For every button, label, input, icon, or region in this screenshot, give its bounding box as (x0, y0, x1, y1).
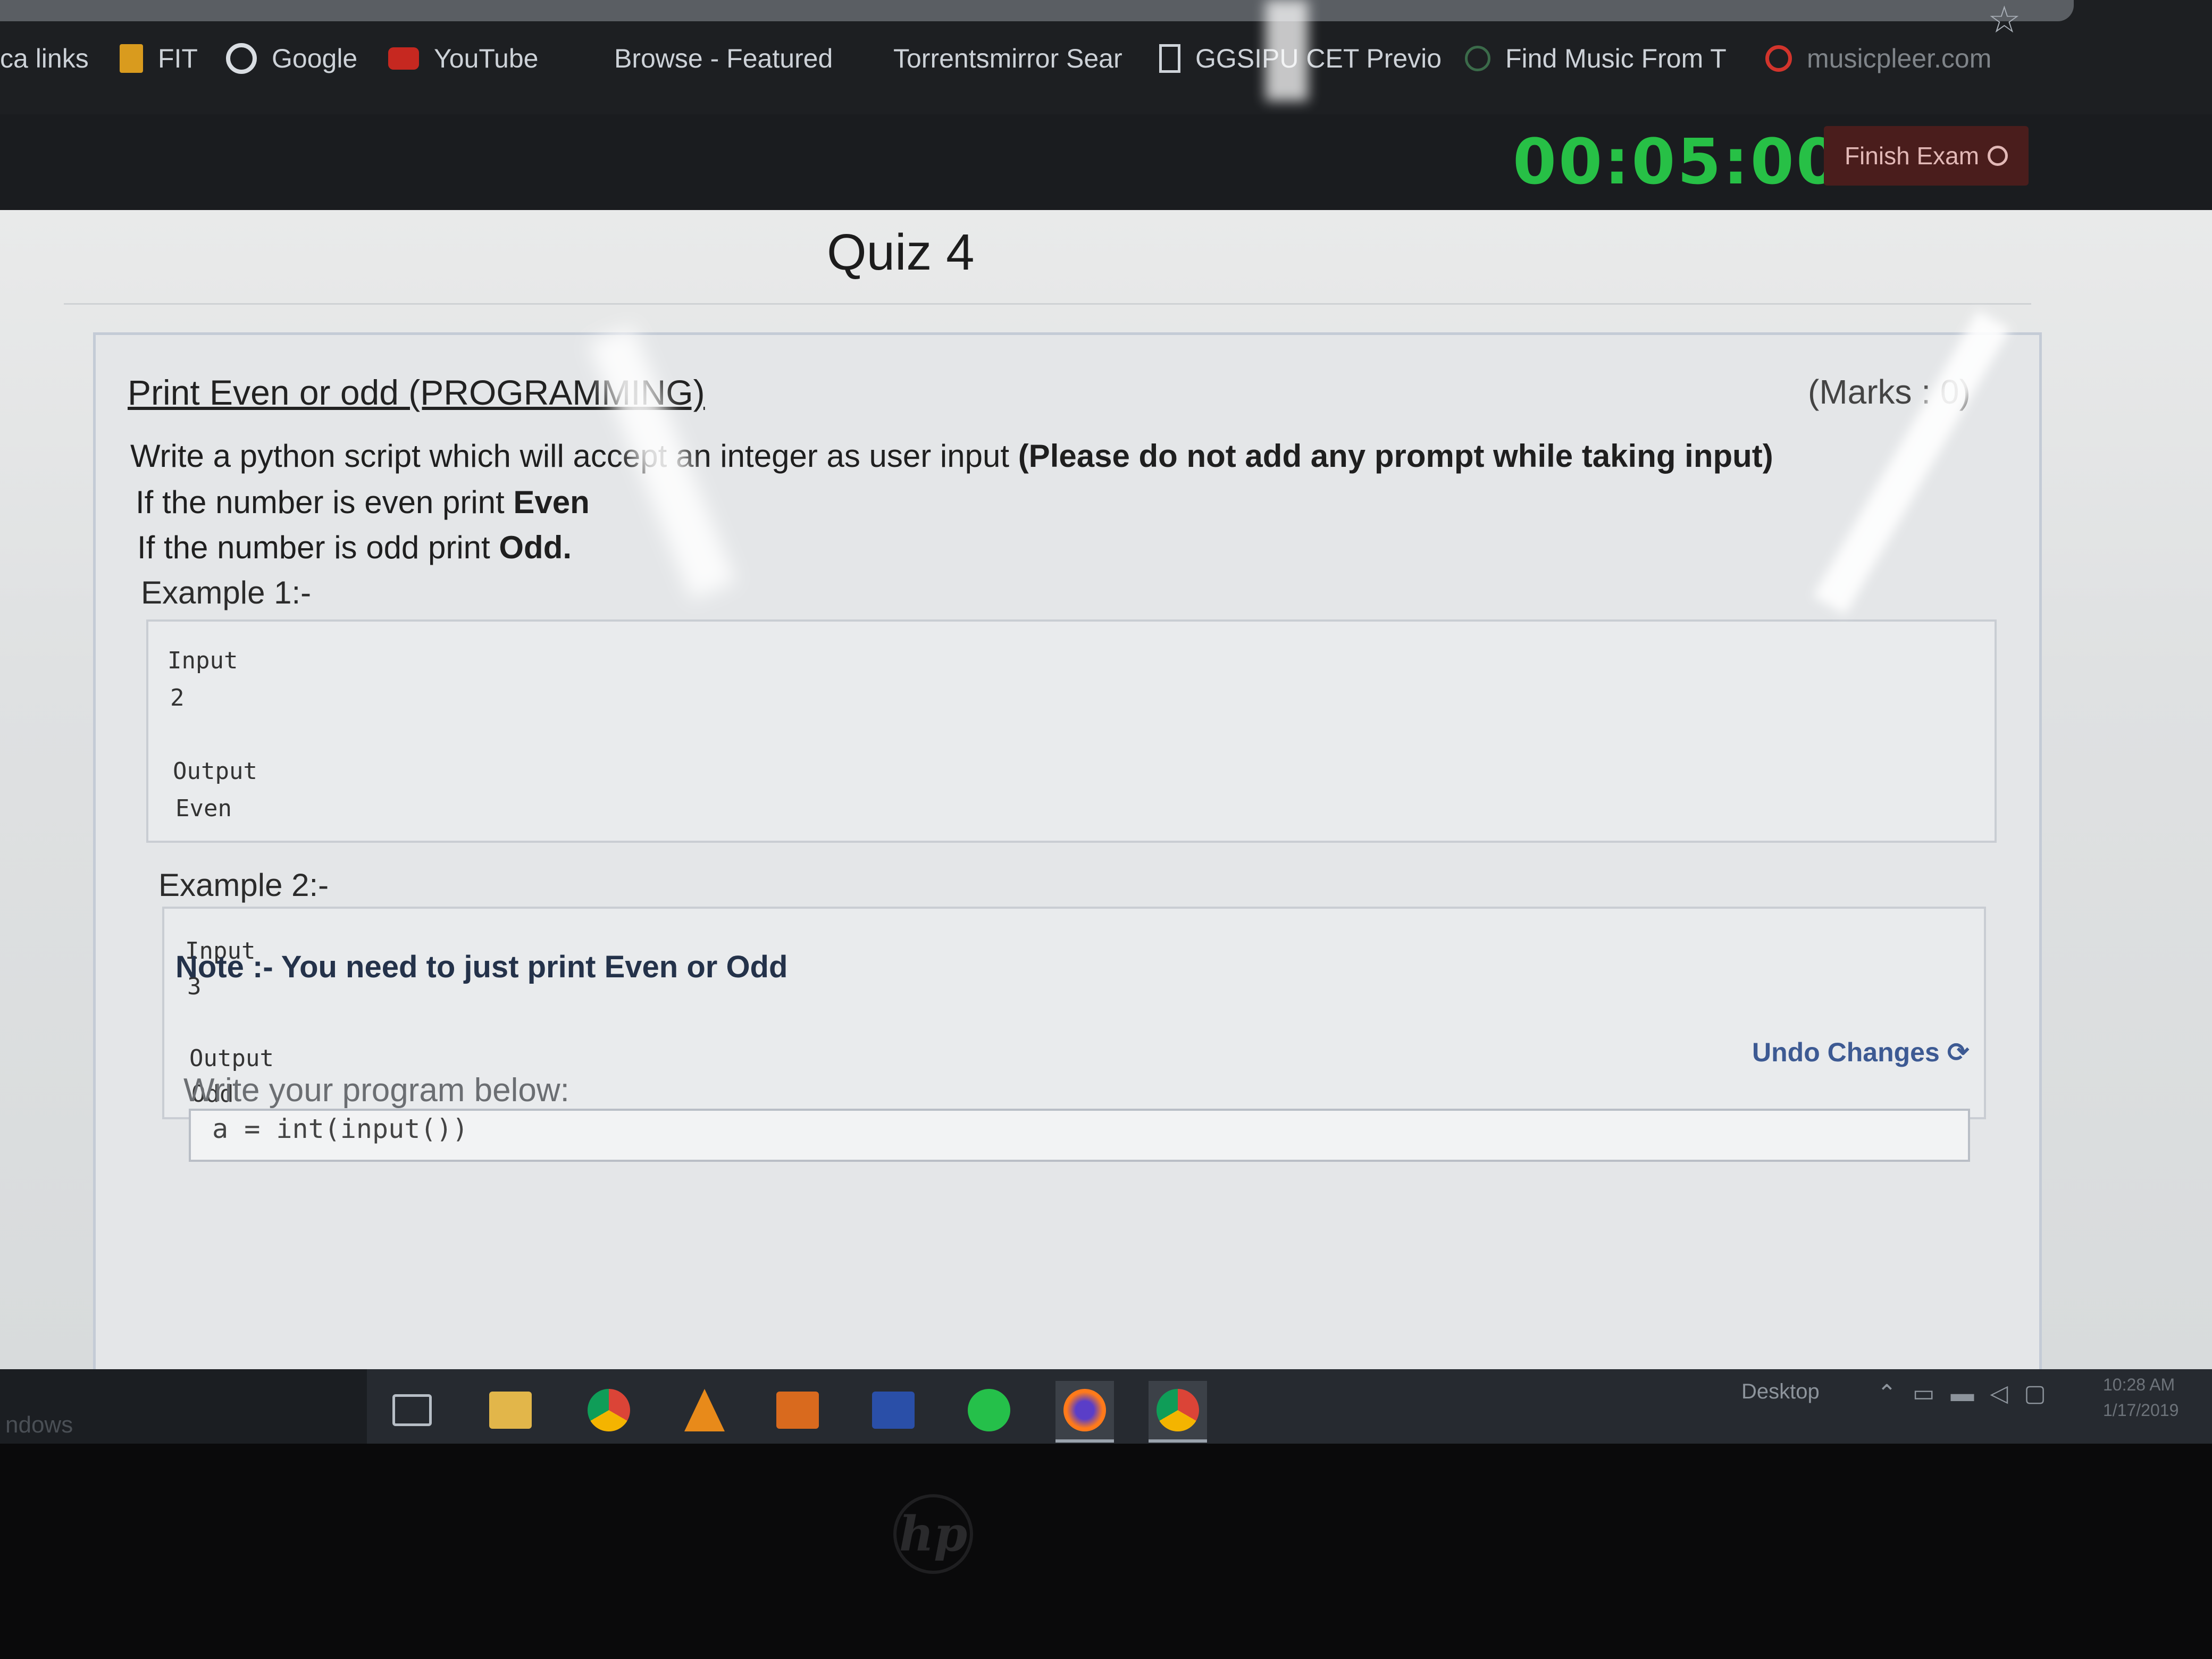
bookmark-label: Torrentsmirror Sear (893, 44, 1122, 73)
bookmark-label: ca links (0, 44, 89, 73)
question-description-line-2: If the number is even print Even (136, 484, 590, 521)
firefox-icon[interactable] (1055, 1381, 1114, 1443)
finish-exam-button[interactable]: Finish Exam (1824, 126, 2029, 186)
address-bar[interactable] (0, 0, 2074, 21)
chrome-active-icon[interactable] (1149, 1381, 1207, 1443)
page-title: Quiz 4 (827, 224, 975, 281)
divider (64, 303, 2031, 305)
bookmark-torrentsmirror[interactable]: Torrentsmirror Sear (893, 37, 1122, 80)
bookmark-youtube[interactable]: YouTube (388, 37, 538, 80)
undo-changes-button[interactable]: Undo Changes ⟳ (1752, 1037, 1970, 1068)
desc-text: Write a python script which will accept … (130, 438, 1018, 474)
example-output-label: Output (189, 1045, 274, 1072)
laptop-bezel: hp (0, 1444, 2212, 1659)
code-editor[interactable]: a = int(input()) (189, 1109, 1970, 1162)
bookmark-musicpleer[interactable]: musicpleer.com (1765, 37, 1991, 80)
quiz-page: Quiz 4 Print Even or odd (PROGRAMMING) (… (0, 210, 2212, 1369)
file-explorer-icon[interactable] (481, 1381, 540, 1439)
bookmark-label: Find Music From T (1505, 44, 1727, 73)
undo-changes-label: Undo Changes (1752, 1037, 1940, 1067)
example-output-label: Output (173, 758, 257, 785)
vlc-icon[interactable] (675, 1381, 734, 1439)
whatsapp-icon[interactable] (960, 1381, 1018, 1439)
bookmark-label: Google (272, 44, 358, 73)
folder-icon (120, 44, 143, 73)
example-input-label: Input (167, 647, 238, 674)
task-view-icon[interactable] (383, 1381, 441, 1439)
bookmark-label: FIT (158, 44, 198, 73)
exam-timer: 00:05:00 (1513, 125, 1842, 198)
chrome-icon[interactable] (580, 1381, 638, 1439)
clock-time: 10:28 AM (2103, 1375, 2175, 1394)
example-1-codebox (146, 619, 1997, 843)
write-program-label: Write your program below: (183, 1072, 569, 1109)
loading-icon (1465, 46, 1490, 71)
example-output-value: Even (175, 795, 232, 822)
bookmark-browse-featured[interactable]: Browse - Featured (614, 37, 833, 80)
bookmark-label: Browse - Featured (614, 44, 833, 73)
taskbar-search-box[interactable]: ndows (0, 1369, 367, 1444)
power-icon (1988, 146, 2008, 166)
page-icon (1159, 44, 1180, 73)
desc-emphasis: (Please do not add any prompt while taki… (1018, 438, 1773, 474)
bookmark-find-music[interactable]: Find Music From T (1465, 37, 1727, 80)
taskbar-clock[interactable]: 10:28 AM 1/17/2019 (2103, 1372, 2179, 1423)
example-2-label: Example 2:- (158, 867, 329, 903)
screen-glare (1266, 0, 1308, 101)
question-description-line-3: If the number is odd print Odd. (137, 529, 572, 566)
youtube-icon (388, 47, 419, 70)
exam-header: 00:05:00 Finish Exam (0, 114, 2212, 210)
bookmark-fit[interactable]: FIT (120, 37, 198, 80)
visual-studio-icon[interactable] (864, 1381, 923, 1439)
bookmarks-bar: ☆ ca links FIT Google YouTube Browse - F… (0, 0, 2212, 114)
bookmark-label: YouTube (434, 44, 539, 73)
bookmark-star-icon[interactable]: ☆ (1988, 0, 2021, 41)
bookmark-label: musicpleer.com (1807, 44, 1992, 73)
example-1-label: Example 1:- (141, 575, 312, 610)
finish-exam-label: Finish Exam (1844, 142, 1980, 170)
clock-date: 1/17/2019 (2103, 1401, 2179, 1420)
bookmark-label: GGSIPU CET Previo (1195, 44, 1442, 73)
question-description-line-1: Write a python script which will accept … (130, 438, 1773, 474)
desc-emphasis: Odd. (499, 530, 572, 565)
bookmark-google[interactable]: Google (226, 37, 357, 80)
desc-emphasis: Even (513, 484, 590, 520)
musicpleer-icon (1765, 45, 1792, 72)
desc-text: If the number is even print (136, 484, 514, 520)
media-player-icon[interactable] (768, 1381, 827, 1439)
windows-taskbar: ndows Desktop ⌃▭▬◁▢ 10:28 AM 1/17/2019 (0, 1369, 2212, 1444)
google-icon (226, 43, 257, 74)
desktop-toolbar-label[interactable]: Desktop (1741, 1380, 1820, 1404)
editor-code-line[interactable]: a = int(input()) (212, 1113, 468, 1144)
note-text: Note :- You need to just print Even or O… (175, 950, 788, 984)
search-placeholder: ndows (5, 1412, 73, 1438)
system-tray-icons[interactable]: ⌃▭▬◁▢ (1877, 1380, 2062, 1407)
desc-text: If the number is odd print (137, 530, 499, 565)
refresh-icon: ⟳ (1947, 1037, 1970, 1067)
example-input-value: 2 (170, 684, 185, 711)
bookmark-ca-links[interactable]: ca links (0, 37, 89, 80)
hp-logo-icon: hp (893, 1494, 973, 1574)
